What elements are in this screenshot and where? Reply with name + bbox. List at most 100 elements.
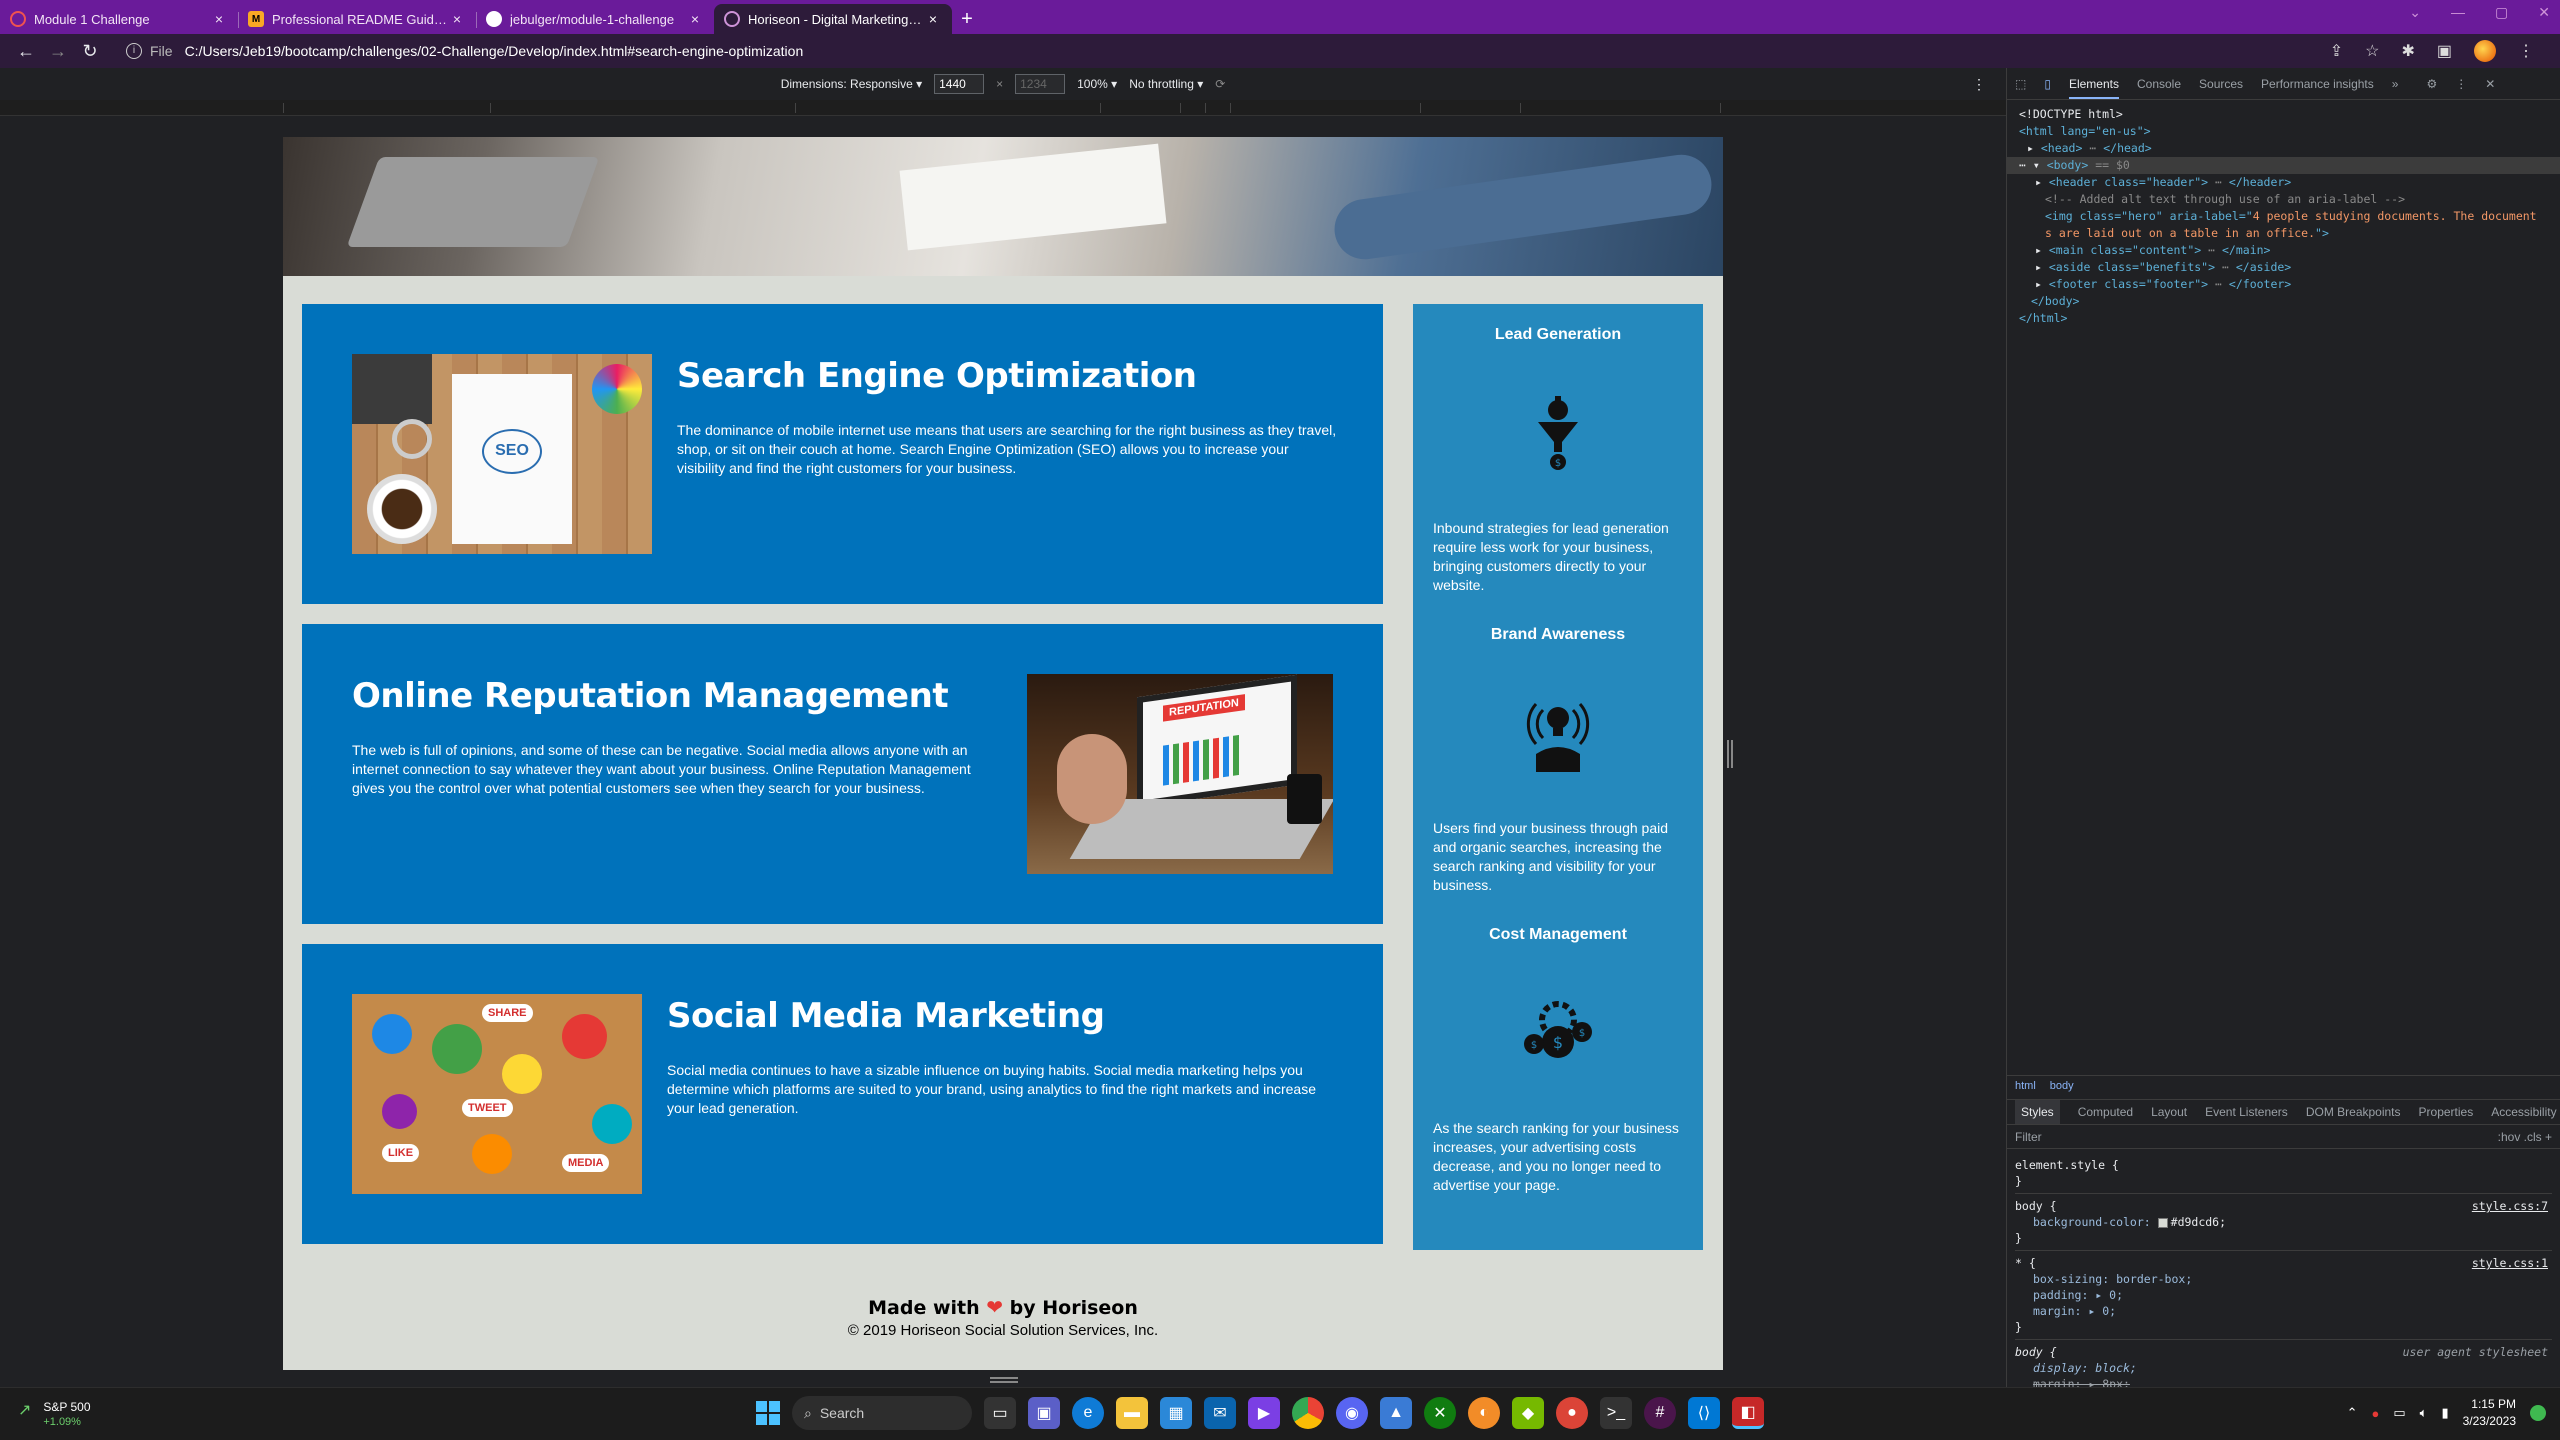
side-panel-icon[interactable]: ▣ <box>2437 41 2452 61</box>
tab-module-1-challenge[interactable]: Module 1 Challenge × <box>0 4 238 34</box>
rotate-icon[interactable]: ⟳ <box>1215 77 1225 91</box>
crumb-body[interactable]: body <box>2050 1080 2074 1095</box>
discord-icon[interactable]: ◉ <box>1336 1397 1368 1429</box>
style-source-link[interactable]: style.css:7 <box>2472 1198 2548 1214</box>
dom-body-close[interactable]: </body> <box>2019 293 2560 310</box>
battery-icon[interactable]: ▮ <box>2441 1405 2448 1421</box>
styles-filter[interactable]: Filter :hov .cls + <box>2007 1125 2560 1149</box>
style-property[interactable]: background-color: #d9dcd6; <box>2015 1214 2552 1230</box>
subtab-styles[interactable]: Styles <box>2015 1100 2060 1124</box>
dom-footer[interactable]: ▸ <footer class="footer"> ⋯ </footer> <box>2019 276 2560 293</box>
style-property[interactable]: margin: ▸ 0; <box>2015 1303 2552 1319</box>
tab-elements[interactable]: Elements <box>2068 77 2119 99</box>
teams-chat-icon[interactable]: ▣ <box>1028 1397 1060 1429</box>
windows-start-icon[interactable] <box>756 1401 780 1425</box>
speaker-icon[interactable]: 🔈︎ <box>2420 1405 2428 1421</box>
bookmark-star-icon[interactable]: ☆ <box>2365 41 2379 61</box>
close-window-icon[interactable]: ✕ <box>2538 4 2550 21</box>
dom-aside[interactable]: ▸ <aside class="benefits"> ⋯ </aside> <box>2019 259 2560 276</box>
viewport-bottom-resize-handle[interactable] <box>990 1377 1018 1383</box>
filter-input[interactable]: Filter <box>2015 1130 2042 1144</box>
address-bar[interactable]: i File C:/Users/Jeb19/bootcamp/challenge… <box>116 38 2330 64</box>
close-tab-icon[interactable]: × <box>448 11 466 27</box>
style-rule-element[interactable]: element.style { } <box>2015 1153 2552 1194</box>
file-explorer-icon[interactable]: ▬ <box>1116 1397 1148 1429</box>
dom-html-close[interactable]: </html> <box>2019 310 2560 327</box>
tab-performance-insights[interactable]: Performance insights <box>2261 77 2374 91</box>
dom-main[interactable]: ▸ <main class="content"> ⋯ </main> <box>2019 242 2560 259</box>
filter-tools[interactable]: :hov .cls + <box>2498 1130 2552 1144</box>
tab-readme-guide[interactable]: M Professional README Guide | Th × <box>238 4 476 34</box>
close-devtools-icon[interactable]: ✕ <box>2485 77 2495 91</box>
notification-icon[interactable] <box>2530 1405 2546 1421</box>
tray-overflow-icon[interactable]: ⌃ <box>2347 1405 2358 1421</box>
xbox-icon[interactable]: ✕ <box>1424 1397 1456 1429</box>
profile-avatar[interactable] <box>2474 40 2496 62</box>
nvidia-icon[interactable]: ◆ <box>1512 1397 1544 1429</box>
inspect-icon[interactable]: ⬚ <box>2015 77 2026 91</box>
subtab-layout[interactable]: Layout <box>2151 1105 2187 1119</box>
zoom-select[interactable]: 100% ▾ <box>1077 77 1117 91</box>
viewport-resize-handle[interactable] <box>1727 740 1733 768</box>
style-property[interactable]: box-sizing: border-box; <box>2015 1271 2552 1287</box>
color-swatch[interactable] <box>2157 1217 2168 1228</box>
chrome-icon[interactable] <box>1292 1397 1324 1429</box>
style-property[interactable]: padding: ▸ 0; <box>2015 1287 2552 1303</box>
media-query-bar[interactable] <box>0 100 2006 116</box>
tray-app-icon[interactable]: ● <box>2371 1406 2379 1421</box>
style-source-link[interactable]: style.css:1 <box>2472 1255 2548 1271</box>
subtab-accessibility[interactable]: Accessibility <box>2491 1105 2556 1119</box>
dimensions-select[interactable]: Dimensions: Responsive ▾ <box>781 77 922 91</box>
maximize-icon[interactable]: ▢ <box>2495 4 2508 21</box>
forward-icon[interactable]: → <box>42 41 74 62</box>
close-tab-icon[interactable]: × <box>210 11 228 27</box>
dom-comment[interactable]: <!-- Added alt text through use of an ar… <box>2019 191 2560 208</box>
active-app-icon[interactable]: ◧ <box>1732 1397 1764 1429</box>
close-tab-icon[interactable]: × <box>686 11 704 27</box>
height-input[interactable]: 1234 <box>1015 74 1066 94</box>
device-toggle-icon[interactable]: ▯ <box>2044 77 2051 91</box>
task-view-icon[interactable]: ▭ <box>984 1397 1016 1429</box>
subtab-dom-breakpoints[interactable]: DOM Breakpoints <box>2306 1105 2401 1119</box>
info-icon[interactable]: i <box>126 43 142 59</box>
subtab-computed[interactable]: Computed <box>2078 1105 2133 1119</box>
dom-header[interactable]: ▸ <header class="header"> ⋯ </header> <box>2019 174 2560 191</box>
tab-console[interactable]: Console <box>2137 77 2181 91</box>
devtools-menu-icon[interactable]: ⋮ <box>2455 77 2467 91</box>
stock-widget[interactable]: ↗ S&P 500 +1.09% <box>18 1400 91 1428</box>
photos-icon[interactable]: ▲ <box>1380 1397 1412 1429</box>
clock[interactable]: 1:15 PM 3/23/2023 <box>2463 1396 2516 1430</box>
terminal-icon[interactable]: >_ <box>1600 1397 1632 1429</box>
dom-body[interactable]: ⋯ ▾ <body> == $0 <box>2007 157 2560 174</box>
vscode-icon[interactable]: ⟨⟩ <box>1688 1397 1720 1429</box>
extensions-icon[interactable]: ✱ <box>2401 41 2414 61</box>
mail-icon[interactable]: ✉ <box>1204 1397 1236 1429</box>
dom-head[interactable]: ▸ <head> ⋯ </head> <box>2019 140 2560 157</box>
minimize-icon[interactable]: — <box>2451 4 2465 21</box>
width-input[interactable]: 1440 <box>934 74 985 94</box>
throttle-select[interactable]: No throttling ▾ <box>1129 77 1203 91</box>
edge-browser-icon[interactable]: e <box>1072 1397 1104 1429</box>
settings-gear-icon[interactable]: ⚙ <box>2426 77 2437 91</box>
more-tabs-icon[interactable]: » <box>2392 77 2399 91</box>
share-icon[interactable]: ⇪ <box>2330 41 2343 61</box>
network-icon[interactable]: ▭ <box>2393 1405 2405 1421</box>
tab-horiseon[interactable]: Horiseon - Digital Marketing Ag × <box>714 4 952 34</box>
crumb-html[interactable]: html <box>2015 1080 2036 1095</box>
slack-icon[interactable]: # <box>1644 1397 1676 1429</box>
new-tab-button[interactable]: + <box>952 4 982 34</box>
back-icon[interactable]: ← <box>10 41 42 62</box>
media-player-icon[interactable]: ▶ <box>1248 1397 1280 1429</box>
tab-github-repo[interactable]: jebulger/module-1-challenge × <box>476 4 714 34</box>
app-icon[interactable]: ◐ <box>1468 1397 1500 1429</box>
taskbar-search[interactable]: ⌕ Search <box>792 1396 972 1430</box>
dom-img[interactable]: <img class="hero" aria-label="4 people s… <box>2019 208 2539 242</box>
tab-search-icon[interactable]: ⌄ <box>2409 4 2421 21</box>
dom-doctype[interactable]: <!DOCTYPE html> <box>2019 106 2560 123</box>
dom-html[interactable]: <html lang="en-us"> <box>2019 123 2560 140</box>
menu-icon[interactable]: ⋮ <box>2518 41 2534 61</box>
style-rule-universal[interactable]: style.css:1 * { box-sizing: border-box; … <box>2015 1251 2552 1340</box>
device-more-icon[interactable]: ⋮ <box>1972 76 1986 93</box>
chrome-profile-icon[interactable]: ● <box>1556 1397 1588 1429</box>
subtab-event-listeners[interactable]: Event Listeners <box>2205 1105 2288 1119</box>
